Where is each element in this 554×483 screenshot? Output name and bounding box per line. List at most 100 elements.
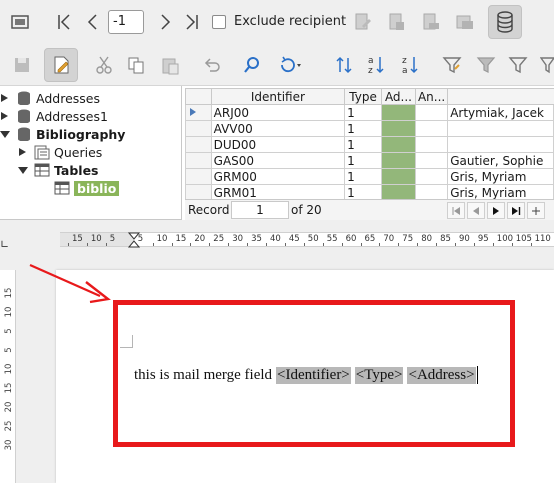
next-record-icon[interactable]	[154, 10, 178, 34]
column-header-identifier[interactable]: Identifier	[210, 88, 346, 105]
standard-filter-icon[interactable]	[474, 53, 498, 77]
mail-merge-view-icon[interactable]	[8, 10, 32, 34]
cell-author[interactable]	[447, 136, 554, 153]
cell-address[interactable]	[381, 104, 416, 121]
send-email-icon[interactable]	[452, 10, 476, 34]
last-record-icon[interactable]	[180, 10, 204, 34]
first-record-icon[interactable]	[52, 10, 76, 34]
cell-address[interactable]	[381, 136, 416, 153]
remove-filter-icon[interactable]	[540, 53, 554, 77]
ruler-label: 15	[72, 234, 83, 244]
tree-item-tables[interactable]: Tables	[18, 161, 99, 179]
grid-next-record-button[interactable]	[487, 202, 505, 219]
row-selector[interactable]	[185, 168, 212, 185]
edit-document-icon[interactable]	[350, 10, 374, 34]
ruler-tick	[379, 243, 381, 246]
expand-arrow-icon[interactable]	[0, 93, 10, 103]
table-row[interactable]: GRM00 1 Gris, Myriam	[185, 168, 554, 185]
tree-item-addresses[interactable]: Addresses	[0, 89, 100, 107]
refresh-icon[interactable]	[278, 53, 302, 77]
tree-item-addresses1[interactable]: Addresses1	[0, 107, 108, 125]
first-record-icon	[452, 206, 460, 215]
table-row[interactable]: GAS00 1 Gautier, Sophie	[185, 152, 554, 169]
save-document-icon[interactable]	[384, 10, 408, 34]
record-number-field[interactable]: 1	[231, 201, 289, 219]
sort-ascending-icon[interactable]: az	[364, 53, 388, 77]
cell-identifier[interactable]: GRM00	[210, 168, 346, 185]
cell-type[interactable]: 1	[344, 104, 382, 121]
row-selector-header[interactable]	[185, 88, 212, 105]
sort-icon[interactable]	[332, 53, 356, 77]
cell-type[interactable]: 1	[344, 136, 382, 153]
column-header-type[interactable]: Type	[344, 88, 382, 105]
copy-icon[interactable]	[124, 53, 148, 77]
table-row[interactable]: DUD00 1	[185, 136, 554, 153]
grid-new-record-button[interactable]	[527, 202, 545, 219]
save-icon[interactable]	[10, 53, 34, 77]
cell-type[interactable]: 1	[344, 168, 382, 185]
cell-annote[interactable]	[414, 120, 449, 137]
tab-stop-icon[interactable]: ∟	[0, 238, 9, 251]
cell-identifier[interactable]: ARJ00	[210, 104, 346, 121]
expand-arrow-icon[interactable]	[18, 147, 28, 157]
cell-author[interactable]	[447, 120, 554, 137]
grid-last-record-button[interactable]	[507, 202, 525, 219]
reset-filter-icon[interactable]	[506, 53, 530, 77]
exclude-recipient-checkbox[interactable]	[212, 15, 226, 29]
column-header-author[interactable]	[447, 88, 554, 105]
cell-annote[interactable]	[414, 168, 449, 185]
cell-address[interactable]	[381, 152, 416, 169]
grid-previous-record-button[interactable]	[467, 202, 485, 219]
vertical-ruler-label: 10	[4, 306, 14, 318]
cell-author[interactable]: Gris, Myriam	[447, 168, 554, 185]
grid-first-record-button[interactable]	[447, 202, 465, 219]
data-source-icon[interactable]	[488, 5, 522, 39]
tree-item-bibliography[interactable]: Bibliography	[0, 125, 125, 143]
find-icon[interactable]	[240, 53, 264, 77]
collapse-arrow-icon[interactable]	[0, 129, 10, 139]
sort-descending-icon[interactable]: za	[398, 53, 422, 77]
cell-author[interactable]: Artymiak, Jacek	[447, 104, 554, 121]
row-selector[interactable]	[185, 136, 212, 153]
row-selector[interactable]	[185, 152, 212, 169]
print-document-icon[interactable]	[418, 10, 442, 34]
vertical-ruler-label: 15	[4, 287, 14, 299]
cell-address[interactable]	[381, 120, 416, 137]
indent-marker-icon[interactable]	[128, 232, 140, 248]
ruler-tick	[209, 243, 211, 246]
table-row[interactable]: ARJ00 1 Artymiak, Jacek	[185, 104, 554, 121]
cell-type[interactable]: 1	[344, 152, 382, 169]
tree-item-queries[interactable]: Queries	[18, 143, 102, 161]
cell-address[interactable]	[381, 168, 416, 185]
undo-icon[interactable]	[200, 53, 224, 77]
row-selector[interactable]	[185, 120, 212, 137]
current-row-marker[interactable]	[185, 104, 212, 121]
column-header-address[interactable]: Ad...	[381, 88, 416, 105]
tree-item-biblio[interactable]: biblio	[54, 179, 120, 197]
cell-identifier[interactable]: DUD00	[210, 136, 346, 153]
table-row[interactable]: AVV00 1	[185, 120, 554, 137]
expand-arrow-icon[interactable]	[0, 111, 10, 121]
ruler-tick	[322, 243, 324, 246]
autofilter-icon[interactable]	[440, 53, 464, 77]
cell-annote[interactable]	[414, 136, 449, 153]
column-header-annote[interactable]: An...	[414, 88, 449, 105]
collapse-arrow-icon[interactable]	[18, 165, 28, 175]
record-number-input[interactable]: -1	[108, 10, 144, 34]
svg-text:a: a	[402, 66, 408, 76]
cell-annote[interactable]	[414, 104, 449, 121]
cell-author[interactable]: Gautier, Sophie	[447, 152, 554, 169]
vertical-ruler[interactable]: 15 10 5 5 10 15 20 25 30	[0, 270, 16, 483]
current-record-arrow-icon	[190, 107, 196, 116]
annotation-arrow-icon	[29, 263, 111, 304]
cell-identifier[interactable]: AVV00	[210, 120, 346, 137]
cell-annote[interactable]	[414, 152, 449, 169]
paste-icon[interactable]	[158, 53, 182, 77]
cell-identifier[interactable]: GAS00	[210, 152, 346, 169]
database-icon	[18, 109, 30, 123]
cell-type[interactable]: 1	[344, 120, 382, 137]
ruler-label: 85	[440, 234, 451, 244]
cut-icon[interactable]	[92, 53, 116, 77]
previous-record-icon[interactable]	[80, 10, 104, 34]
edit-icon[interactable]	[44, 48, 78, 82]
